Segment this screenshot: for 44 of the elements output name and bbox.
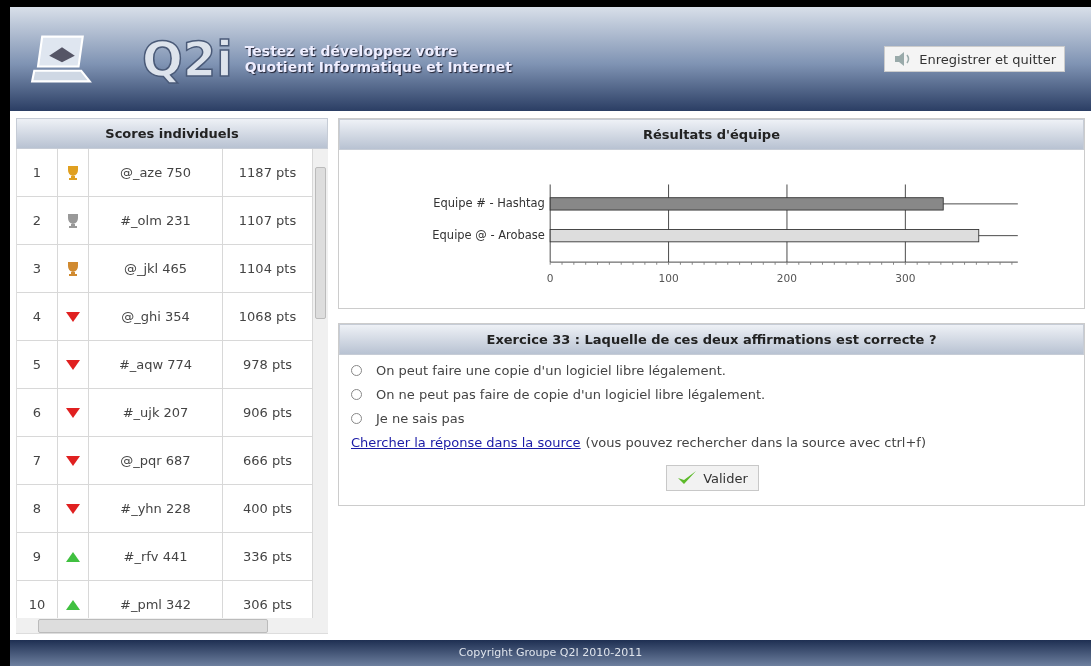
player-name-cell: #_olm 231 <box>89 197 223 244</box>
horizontal-scrollbar[interactable] <box>16 618 328 634</box>
radio-button[interactable] <box>351 365 362 376</box>
rank-cell: 9 <box>17 533 58 580</box>
player-name-cell: @_pqr 687 <box>89 437 223 484</box>
panel-title: Exercice 33 : Laquelle de ces deux affirmations est correcte ? <box>339 324 1084 355</box>
logo-text: Q2i <box>142 31 233 87</box>
vertical-scrollbar[interactable] <box>313 149 328 618</box>
category-label: Equipe @ - Arobase <box>432 228 545 243</box>
radio-button[interactable] <box>351 389 362 400</box>
validate-button[interactable]: Valider <box>666 465 759 491</box>
player-name-cell: #_aqw 774 <box>89 341 223 388</box>
panel-title: Scores individuels <box>16 118 328 149</box>
rank-cell: 4 <box>17 293 58 340</box>
tagline-text: Testez et développez votre <box>244 43 459 59</box>
option-label[interactable]: On ne peut pas faire de copie d'un logiciel libre légalement. <box>376 387 766 402</box>
axis-tick-label: 200 <box>776 271 798 284</box>
option-label[interactable]: Je ne sais pas <box>376 411 465 426</box>
player-name-cell: @_jkl 465 <box>89 245 223 292</box>
player-name-cell: #_rfv 441 <box>89 533 223 580</box>
rank-cell: 6 <box>17 389 58 436</box>
rank-cell: 7 <box>17 437 58 484</box>
save-and-quit-button[interactable]: Enregistrer et quitter <box>884 46 1065 72</box>
rank-cell: 8 <box>17 485 58 532</box>
axis-tick-label: 0 <box>546 271 554 284</box>
source-link[interactable]: Chercher la réponse dans la source <box>351 435 581 450</box>
player-name-cell: @_ghi 354 <box>89 293 223 340</box>
option-label[interactable]: On peut faire une copie d'un logiciel libre légalement. <box>376 363 726 378</box>
rank-cell: 1 <box>17 149 58 196</box>
player-name-cell: #_yhn 228 <box>89 485 223 532</box>
hint-text: (vous pouvez rechercher dans la source avec ctrl+f) <box>585 435 926 450</box>
rank-cell: 5 <box>17 341 58 388</box>
axis-tick-label: 100 <box>658 271 679 284</box>
player-name-cell: #_ujk 207 <box>89 389 223 436</box>
rank-cell: 3 <box>17 245 58 292</box>
radio-button[interactable] <box>351 413 362 424</box>
checkmark-icon <box>677 470 698 486</box>
copyright-text: Copyright Groupe Q2I 2010-2011 <box>458 646 643 659</box>
rank-cell: 2 <box>17 197 58 244</box>
axis-tick-label: 300 <box>895 271 916 284</box>
player-name-cell: @_aze 750 <box>89 149 223 196</box>
category-label: Equipe # - Hashtag <box>433 196 545 211</box>
panel-title: Résultats d'équipe <box>339 119 1084 150</box>
tagline-text: Quotient Informatique et Internet <box>244 59 512 75</box>
